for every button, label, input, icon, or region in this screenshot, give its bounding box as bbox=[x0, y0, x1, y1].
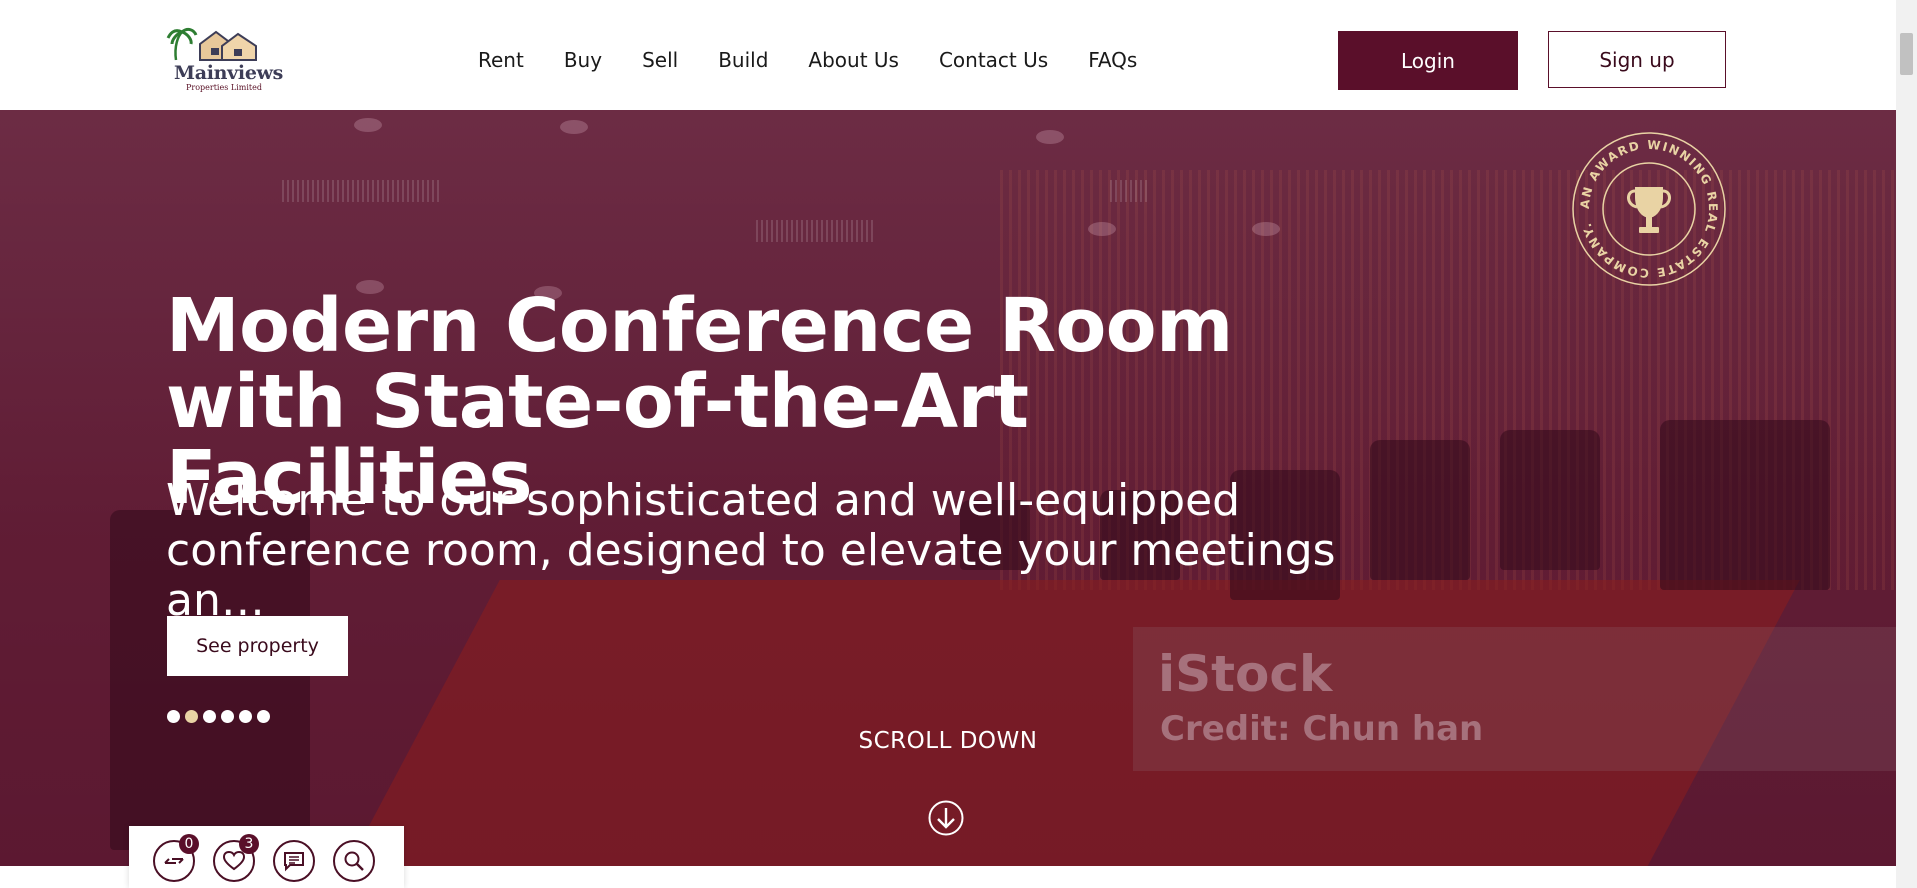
chat-icon bbox=[284, 852, 304, 872]
compare-count-badge: 0 bbox=[179, 834, 199, 854]
see-property-button[interactable]: See property bbox=[167, 616, 348, 676]
slider-dot-active[interactable] bbox=[185, 710, 198, 723]
favorites-button[interactable]: 3 bbox=[213, 834, 259, 882]
compare-button[interactable]: 0 bbox=[153, 834, 199, 882]
logo-mark-icon bbox=[166, 27, 257, 61]
slider-dot[interactable] bbox=[257, 710, 270, 723]
ceiling-vent bbox=[1110, 180, 1150, 202]
scrollbar-thumb[interactable] bbox=[1900, 33, 1913, 75]
nav-faqs[interactable]: FAQs bbox=[1088, 48, 1137, 72]
brand-logo[interactable]: Mainviews Properties Limited bbox=[166, 26, 283, 98]
search-button[interactable] bbox=[333, 840, 375, 882]
favorites-count-badge: 3 bbox=[239, 834, 259, 854]
signup-button[interactable]: Sign up bbox=[1548, 31, 1726, 88]
nav-buy[interactable]: Buy bbox=[564, 48, 602, 72]
trophy-icon bbox=[1627, 187, 1671, 233]
nav-rent[interactable]: Rent bbox=[478, 48, 524, 72]
hero-background-chair bbox=[1660, 420, 1830, 590]
watermark-brand: iStock bbox=[1158, 645, 1333, 703]
brand-name: Mainviews bbox=[174, 62, 284, 84]
quick-actions-bar: 0 3 bbox=[129, 826, 404, 888]
hero-background-chair bbox=[1370, 440, 1470, 580]
heart-icon bbox=[222, 850, 246, 871]
nav-about-us[interactable]: About Us bbox=[808, 48, 899, 72]
main-nav: Rent Buy Sell Build About Us Contact Us … bbox=[478, 48, 1177, 72]
brand-subtitle: Properties Limited bbox=[186, 83, 262, 92]
messages-button[interactable] bbox=[273, 840, 315, 882]
ceiling-vent bbox=[282, 180, 442, 202]
award-badge: AN AWARD WINNING REAL ESTATE COMPANY. bbox=[1572, 132, 1726, 286]
slider-dots bbox=[167, 710, 270, 723]
compare-icon bbox=[164, 858, 184, 864]
hero-background-chair bbox=[1500, 430, 1600, 570]
watermark-credit: Credit: Chun han bbox=[1160, 709, 1484, 749]
scroll-down-label: SCROLL DOWN bbox=[858, 728, 1038, 754]
login-button[interactable]: Login bbox=[1338, 31, 1518, 90]
nav-build[interactable]: Build bbox=[718, 48, 768, 72]
slider-dot[interactable] bbox=[221, 710, 234, 723]
ceiling-light bbox=[560, 120, 588, 134]
page-scrollbar[interactable] bbox=[1896, 0, 1917, 888]
search-icon bbox=[344, 851, 364, 871]
hero-banner: iStock Credit: Chun han Modern Conferenc… bbox=[0, 110, 1896, 866]
ceiling-light bbox=[354, 118, 382, 132]
stock-watermark: iStock Credit: Chun han bbox=[1133, 627, 1896, 771]
slider-dot[interactable] bbox=[239, 710, 252, 723]
slider-dot[interactable] bbox=[203, 710, 216, 723]
hero-subtitle: Welcome to our sophisticated and well-eq… bbox=[166, 475, 1336, 626]
ceiling-light bbox=[1088, 222, 1116, 236]
slider-dot[interactable] bbox=[167, 710, 180, 723]
ceiling-light bbox=[1036, 130, 1064, 144]
ceiling-light bbox=[1252, 222, 1280, 236]
nav-contact-us[interactable]: Contact Us bbox=[939, 48, 1048, 72]
ceiling-vent bbox=[756, 220, 876, 242]
nav-sell[interactable]: Sell bbox=[642, 48, 678, 72]
arrow-down-icon[interactable] bbox=[928, 800, 964, 836]
site-header: Mainviews Properties Limited Rent Buy Se… bbox=[0, 0, 1896, 110]
